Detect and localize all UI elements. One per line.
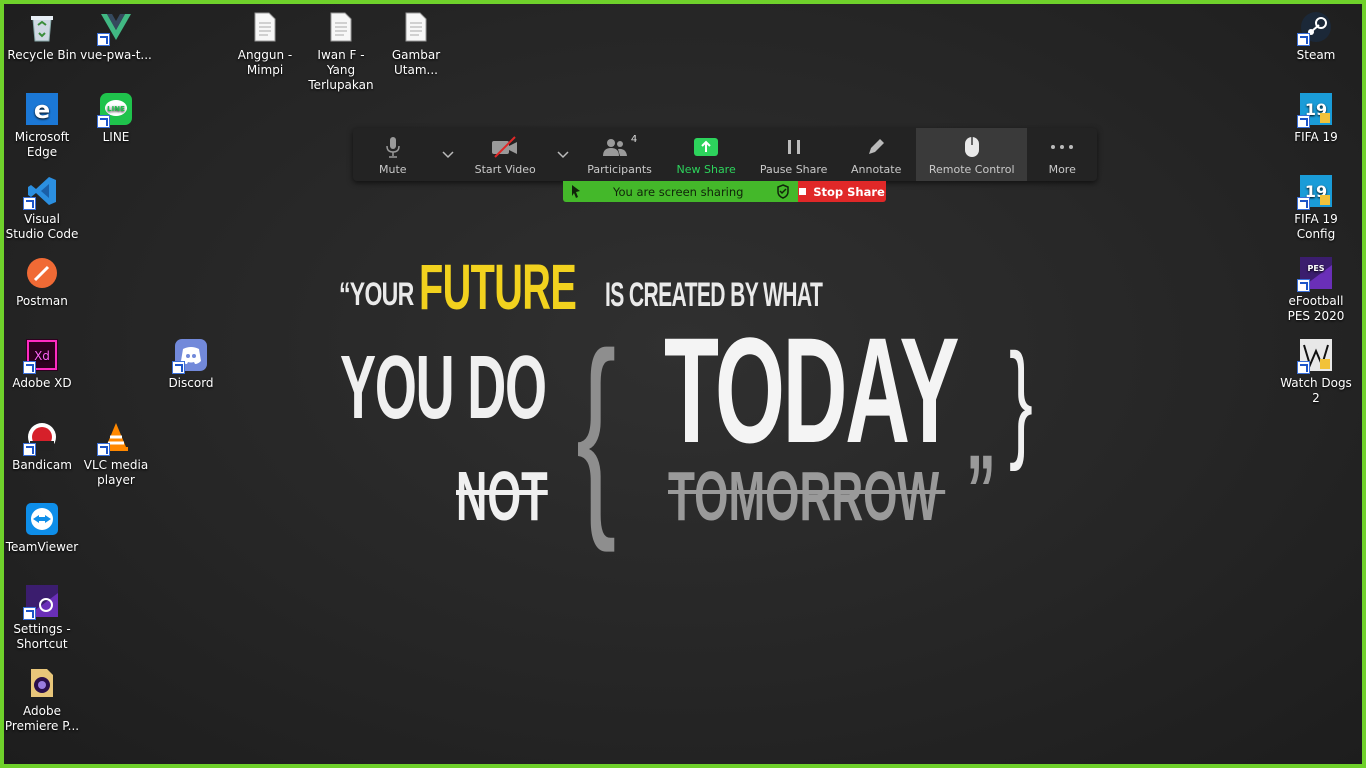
bandicam-icon [23,420,59,456]
postman-icon [25,256,59,290]
participants-button[interactable]: 4 Participants [578,128,662,181]
desktop-icon-pes-settings[interactable]: Settings - Shortcut [4,584,80,652]
quote-tomorrow: TOMORROW [668,457,946,535]
steam-icon [1297,10,1333,46]
svg-text:LINE: LINE [107,105,125,113]
shield-icon [776,184,790,202]
annotate-button[interactable]: Annotate [836,128,916,181]
desktop-icon-postman[interactable]: Postman [4,256,80,309]
vscode-icon [23,174,59,210]
quote-today: TODAY [664,306,960,474]
edge-icon: e [25,92,59,126]
desktop-icon-recycle-bin[interactable]: Recycle Bin [4,10,80,63]
desktop-icon-bandicam[interactable]: Bandicam [4,420,80,473]
fifa-config-icon: 19 [1297,174,1333,210]
desktop-icon-anggun-mimpi[interactable]: Anggun - Mimpi [227,10,303,78]
shortcut-arrow-icon [172,361,185,374]
more-dots-icon [1050,134,1074,160]
shortcut-arrow-icon [23,197,36,210]
quote-future: FUTURE [419,251,577,323]
video-options-caret[interactable] [548,128,578,181]
watch-dogs-icon [1297,338,1333,374]
share-screen-icon [694,134,719,160]
shortcut-arrow-icon [23,443,36,456]
shortcut-arrow-icon [1297,33,1310,46]
desktop-background: Recycle Bin vue-pwa-t... Anggun - Mimpi … [0,0,1366,768]
start-video-button[interactable]: Start Video [462,128,548,181]
document-icon [399,10,433,44]
quote-brace-open: { [576,307,617,553]
document-icon [324,10,358,44]
stop-share-button[interactable]: Stop Share [798,181,886,202]
video-off-icon [491,134,519,160]
stop-square-icon [799,188,807,195]
shortcut-arrow-icon [97,443,110,456]
desktop-icon-teamviewer[interactable]: TeamViewer [4,502,80,555]
recycle-bin-icon [25,10,59,44]
desktop-icon-fifa19[interactable]: 19 FIFA 19 [1278,92,1354,145]
zoom-meeting-toolbar: Mute Start Video 4 Participants New Shar… [353,128,1097,181]
shortcut-arrow-icon [97,115,110,128]
desktop-icon-efootball-pes[interactable]: PES eFootball PES 2020 [1278,256,1354,324]
pes-settings-icon [23,584,59,620]
shortcut-arrow-icon [1297,115,1310,128]
drag-handle-icon[interactable] [570,184,582,201]
desktop-icon-steam[interactable]: Steam [1278,10,1354,63]
desktop-icon-premiere[interactable]: Adobe Premiere P... [4,666,80,734]
desktop-icon-line[interactable]: LINE LINE [78,92,154,145]
teamviewer-icon [25,502,59,536]
quote-you-do: YOU DO [340,338,547,438]
desktop-icon-fifa19-config[interactable]: 19 FIFA 19 Config [1278,174,1354,242]
new-share-button[interactable]: New Share [661,128,751,181]
chevron-down-icon [557,150,569,158]
fifa-icon: 19 [1297,92,1333,128]
document-icon [248,10,282,44]
shortcut-arrow-icon [97,33,110,46]
participants-icon: 4 [602,134,637,160]
desktop-icon-adobe-xd[interactable]: Xd Adobe XD [4,338,80,391]
quote-not: NOT [456,457,548,535]
pause-icon [786,134,802,160]
pes-icon: PES [1297,256,1333,292]
svg-text:Xd: Xd [34,349,50,363]
pause-share-button[interactable]: Pause Share [751,128,837,181]
shortcut-arrow-icon [1297,197,1310,210]
chevron-down-icon [441,150,454,158]
svg-text:e: e [34,96,50,124]
desktop-icon-watch-dogs-2[interactable]: Watch Dogs 2 [1278,338,1354,406]
quote-brace-close: } [1009,326,1033,472]
quote-your: “YOUR [339,276,414,312]
desktop-icon-iwan-f[interactable]: Iwan F - Yang Terlupakan [303,10,379,93]
shortcut-arrow-icon [23,361,36,374]
microphone-icon [385,134,401,160]
svg-text:PES: PES [1307,264,1324,273]
quote-end-mark: ” [966,435,996,547]
mouse-icon [964,134,980,160]
shortcut-arrow-icon [1297,279,1310,292]
remote-control-button[interactable]: Remote Control [916,128,1028,181]
desktop-icon-vue-pwa[interactable]: vue-pwa-t... [78,10,154,63]
shortcut-arrow-icon [1297,361,1310,374]
shortcut-arrow-icon [23,607,36,620]
adobe-xd-icon: Xd [23,338,59,374]
vlc-icon [97,420,133,456]
mute-button[interactable]: Mute [353,128,433,181]
desktop-icon-gambar-utama[interactable]: Gambar Utam... [378,10,454,78]
desktop-icon-vlc[interactable]: VLC media player [78,420,154,488]
audio-options-caret[interactable] [433,128,463,181]
pencil-icon [866,134,886,160]
screen-share-status-bar: You are screen sharing Stop Share [563,181,886,202]
more-button[interactable]: More [1027,128,1097,181]
desktop-icon-microsoft-edge[interactable]: e Microsoft Edge [4,92,80,160]
vue-icon [97,10,133,46]
premiere-icon [25,666,59,700]
desktop-icon-discord[interactable]: Discord [153,338,229,391]
line-icon: LINE [97,92,133,128]
screen-sharing-label: You are screen sharing [613,184,744,199]
desktop-icon-vscode[interactable]: Visual Studio Code [4,174,80,242]
discord-icon [172,338,208,374]
participants-count: 4 [630,134,638,145]
screen-sharing-indicator[interactable]: You are screen sharing [563,181,798,202]
